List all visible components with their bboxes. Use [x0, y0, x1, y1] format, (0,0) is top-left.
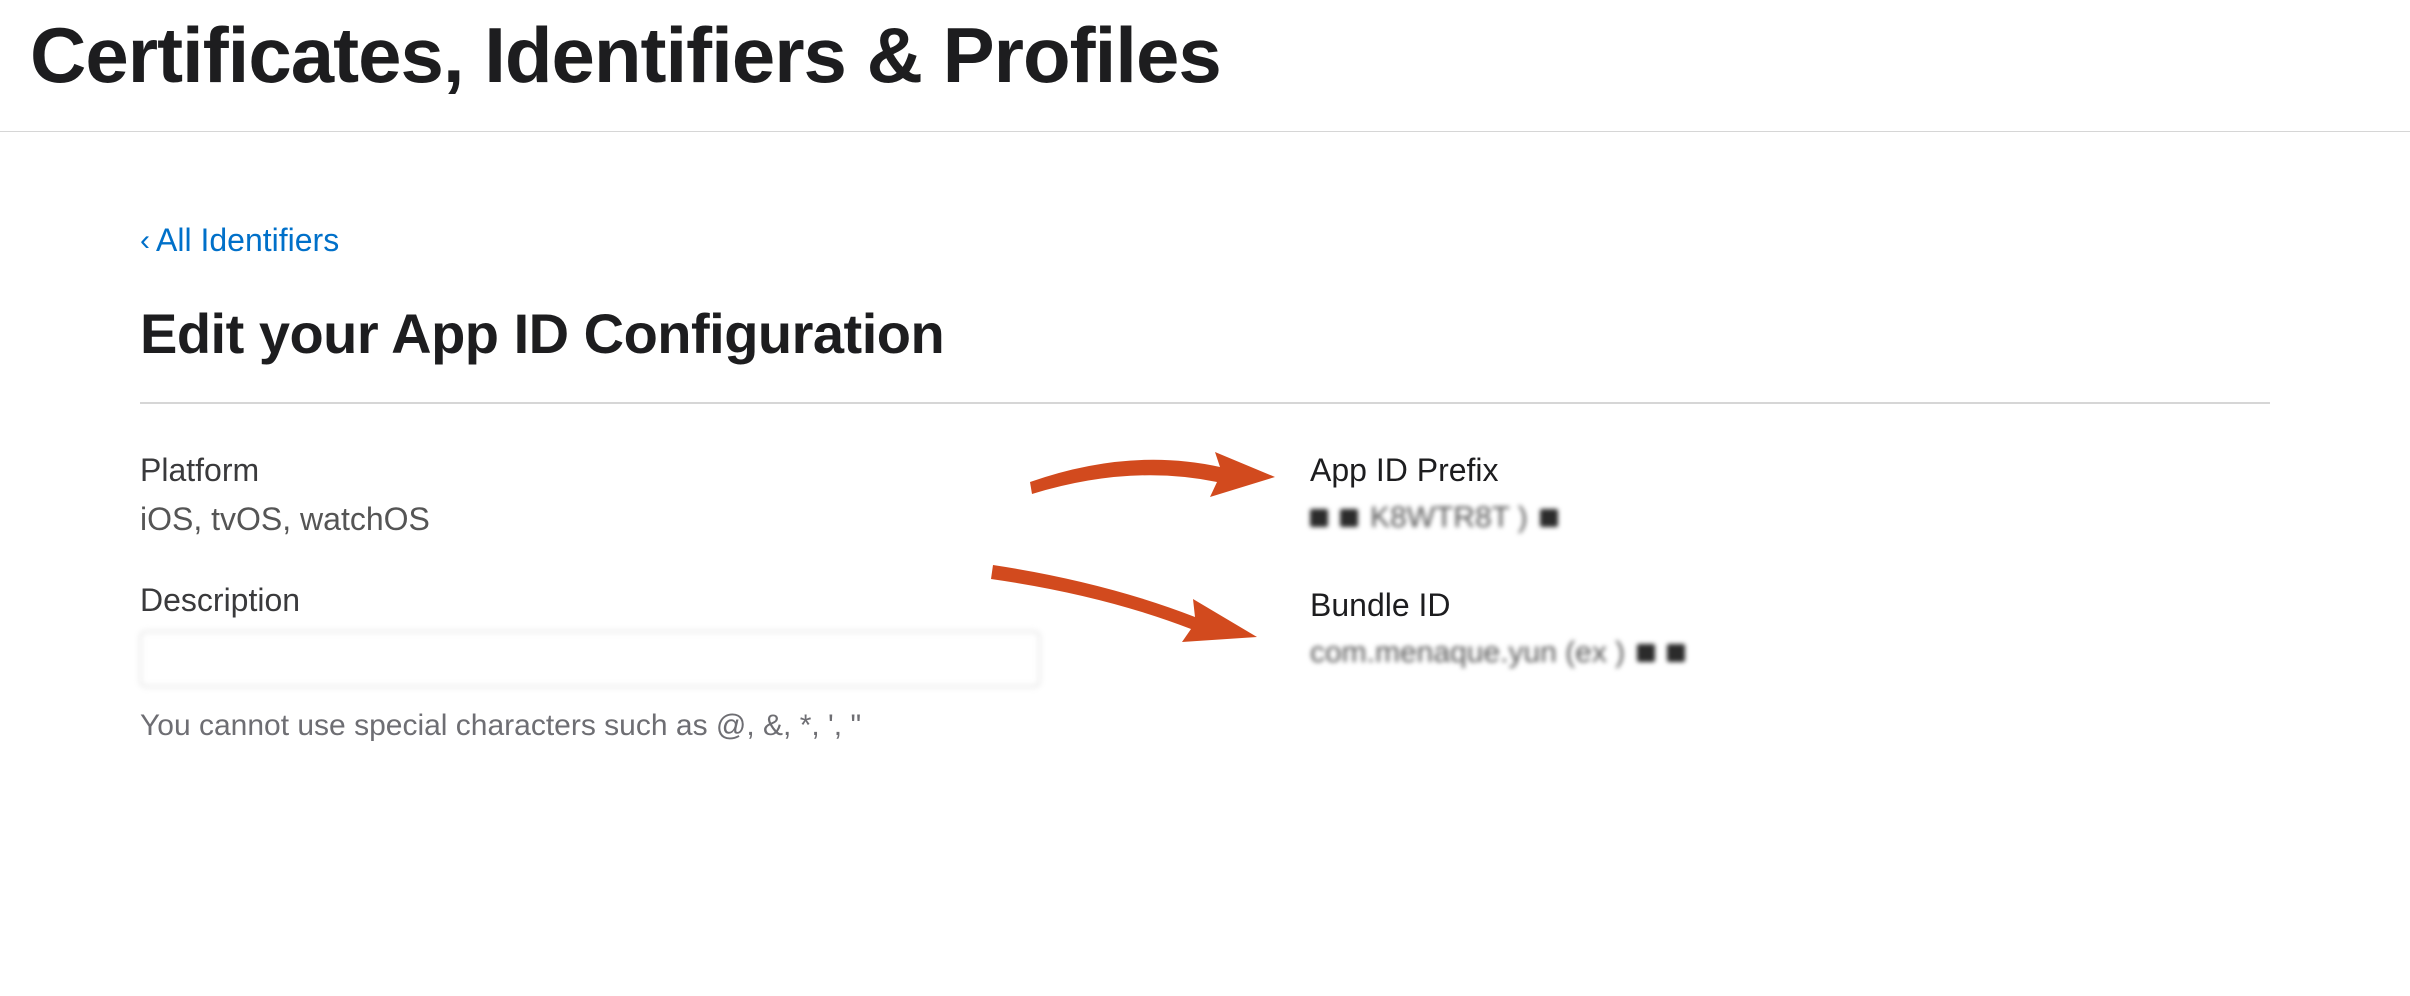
description-helper-text: You cannot use special characters such a…: [140, 709, 1040, 743]
back-link-label: All Identifiers: [156, 222, 339, 259]
app-id-prefix-label: App ID Prefix: [1310, 452, 2270, 489]
section-heading: Edit your App ID Configuration: [140, 301, 2270, 366]
bundle-id-value: com.menaque.yun (ex ): [1310, 636, 2270, 670]
back-link-all-identifiers[interactable]: ‹ All Identifiers: [140, 222, 339, 259]
platform-value: iOS, tvOS, watchOS: [140, 501, 1040, 538]
bundle-id-label: Bundle ID: [1310, 587, 2270, 624]
chevron-left-icon: ‹: [140, 226, 150, 256]
page-title: Certificates, Identifiers & Profiles: [0, 0, 2410, 131]
platform-label: Platform: [140, 452, 1040, 489]
app-id-prefix-value: K8WTR8T ): [1310, 501, 2270, 535]
content-area: ‹ All Identifiers Edit your App ID Confi…: [0, 132, 2410, 787]
description-input[interactable]: [140, 631, 1040, 687]
description-label: Description: [140, 582, 1040, 619]
section-divider: [140, 402, 2270, 404]
